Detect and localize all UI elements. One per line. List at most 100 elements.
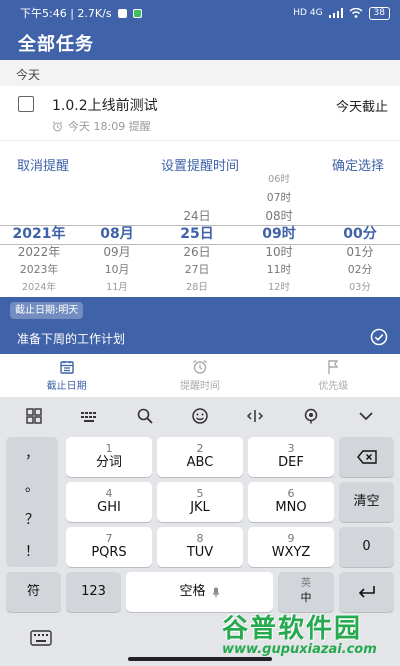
year-option[interactable]: 2024年 (0, 279, 78, 297)
key-5[interactable]: 5 JKL (157, 482, 243, 522)
key-4[interactable]: 4 GHI (66, 482, 152, 522)
task-row[interactable]: 1.0.2上线前测试 今天截止 今天 18:09 提醒 (0, 86, 400, 138)
key-8[interactable]: 8 TUV (157, 527, 243, 567)
task-due-label: 今天截止 (335, 100, 388, 115)
watermark-brand: 谷普软件园 (222, 614, 363, 644)
alarm-clock-icon (52, 121, 63, 131)
keyboard-toolbar (0, 398, 400, 434)
key-label: MNO (275, 500, 307, 515)
key-label: ABC (186, 455, 214, 470)
day-option[interactable]: 26日 (156, 243, 238, 261)
key-label: TUV (186, 545, 214, 560)
keyboard-switch-icon[interactable] (30, 630, 52, 646)
month-option[interactable]: 09月 (78, 243, 156, 261)
minute-option[interactable]: 00分 (320, 225, 400, 243)
year-wheel[interactable]: 2021年 2022年 2023年 2024年 (0, 181, 78, 297)
tab-due-date[interactable]: 截止日期 (0, 354, 133, 397)
enter-key[interactable] (339, 572, 394, 612)
emoji-icon[interactable] (191, 407, 209, 425)
key-number: 7 (105, 532, 113, 545)
tab-reminder-time[interactable]: 提醒时间 (133, 354, 266, 397)
month-option[interactable]: 11月 (78, 279, 156, 297)
minute-option[interactable]: 02分 (320, 261, 400, 279)
wifi-icon (349, 8, 363, 18)
day-option[interactable]: 24日 (156, 207, 238, 225)
hour-option[interactable]: 08时 (238, 207, 320, 225)
day-option[interactable]: 25日 (156, 225, 238, 243)
day-wheel[interactable]: 24日 25日 26日 27日 28日 (156, 181, 238, 297)
key-label: WXYZ (271, 545, 311, 560)
hour-option[interactable]: 07时 (238, 189, 320, 207)
key-9[interactable]: 9 WXYZ (248, 527, 334, 567)
grid-icon[interactable] (25, 407, 43, 425)
year-option[interactable]: 2023年 (0, 261, 78, 279)
year-option[interactable]: 2021年 (0, 225, 78, 243)
clear-key[interactable]: 清空 (339, 482, 394, 522)
key-6[interactable]: 6 MNO (248, 482, 334, 522)
cursor-move-icon[interactable] (246, 407, 264, 425)
language-switch-key[interactable]: 英 中 (278, 572, 334, 612)
key-0[interactable]: 0 (339, 527, 394, 567)
key-3[interactable]: 3 DEF (248, 437, 334, 477)
confirm-selection-button[interactable]: 确定选择 (332, 155, 384, 174)
task-reminder: 今天 18:09 提醒 (52, 118, 151, 134)
reminder-picker: 设置提醒时间 取消提醒 确定选择 2021年 2022年 2023年 2024年 08… (0, 140, 400, 297)
chevron-down-icon[interactable] (357, 407, 375, 425)
network-label: HD 4G (293, 8, 323, 18)
hour-wheel[interactable]: 06时 07时 08时 09时 10时 11时 12时 (238, 174, 320, 297)
key-7[interactable]: 7 PQRS (66, 527, 152, 567)
tab-label: 截止日期 (46, 381, 87, 392)
hour-option[interactable]: 12时 (238, 279, 320, 297)
minute-option[interactable]: 01分 (320, 243, 400, 261)
month-option[interactable]: 10月 (78, 261, 156, 279)
circle-check-icon[interactable] (370, 328, 388, 346)
hour-option[interactable]: 10时 (238, 243, 320, 261)
month-wheel[interactable]: 08月 09月 10月 11月 (78, 181, 156, 297)
space-key[interactable]: 空格 (126, 572, 273, 612)
key-number: 8 (196, 532, 204, 545)
key-label: 123 (81, 584, 106, 599)
app-bar: 全部任务 (0, 26, 400, 60)
due-date-chip: 截止日期:明天 (10, 302, 84, 319)
battery-icon: 38 (368, 6, 390, 20)
key-1[interactable]: 1 分词 (66, 437, 152, 477)
day-option[interactable]: 27日 (156, 261, 238, 279)
microphone-icon (212, 587, 219, 597)
microphone-icon[interactable] (302, 407, 320, 425)
key-label: 符 (26, 584, 40, 599)
key-label: 英 (301, 578, 311, 589)
symbol-key[interactable]: 符 (6, 572, 61, 612)
hour-option[interactable]: 11时 (238, 261, 320, 279)
search-icon[interactable] (136, 407, 154, 425)
backspace-key[interactable] (339, 437, 394, 477)
minute-wheel[interactable]: 00分 01分 02分 03分 (320, 181, 400, 297)
flag-icon (328, 360, 339, 374)
day-option[interactable]: 28日 (156, 279, 238, 297)
cancel-reminder-button[interactable]: 取消提醒 (17, 155, 69, 174)
key-number: 6 (287, 487, 295, 500)
punctuation-key[interactable]: 。 (6, 470, 58, 502)
hour-option[interactable]: 09时 (238, 225, 320, 243)
task-title: 1.0.2上线前测试 (52, 98, 158, 114)
selected-task-title: 准备下周的工作计划 (17, 332, 126, 346)
key-label: PQRS (91, 545, 127, 560)
hour-option[interactable]: 06时 (238, 171, 320, 189)
keyboard-icon[interactable] (80, 407, 98, 425)
year-option[interactable]: 2022年 (0, 243, 78, 261)
tab-priority[interactable]: 优先级 (267, 354, 400, 397)
punctuation-key[interactable]: ！ (6, 535, 58, 567)
key-label: 0 (362, 539, 371, 554)
key-2[interactable]: 2 ABC (157, 437, 243, 477)
status-bar: 下午5:46 | 2.7K/s HD 4G 38 (0, 0, 400, 26)
key-number: 5 (196, 487, 204, 500)
backspace-icon (356, 450, 377, 464)
punctuation-key[interactable]: ， (6, 437, 58, 469)
task-reminder-text: 今天 18:09 提醒 (68, 120, 151, 133)
task-checkbox[interactable] (18, 96, 34, 112)
selected-task-bar[interactable]: 截止日期:明天 准备下周的工作计划 (0, 297, 400, 354)
section-header-today: 今天 (0, 60, 400, 86)
month-option[interactable]: 08月 (78, 225, 156, 243)
minute-option[interactable]: 03分 (320, 279, 400, 297)
punctuation-key[interactable]: ？ (6, 503, 58, 535)
number-key[interactable]: 123 (66, 572, 121, 612)
